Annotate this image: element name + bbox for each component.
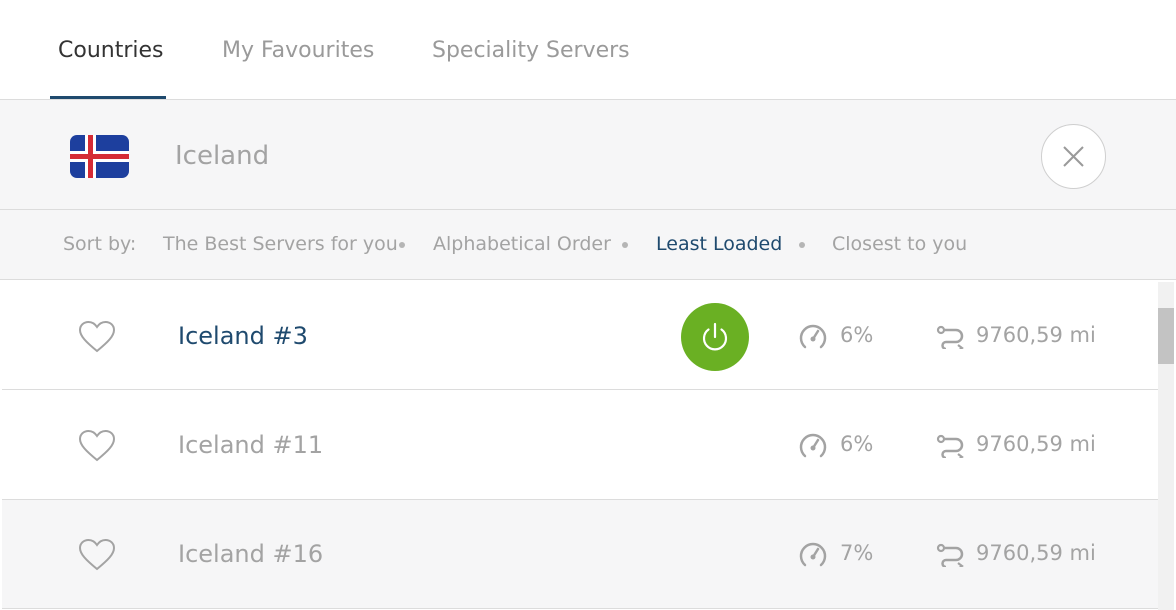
separator-dot xyxy=(622,242,628,248)
server-distance: 9760,59 mi xyxy=(976,541,1096,565)
close-icon xyxy=(1063,146,1084,167)
server-load-gauge-icon xyxy=(799,433,827,458)
server-distance: 9760,59 mi xyxy=(976,432,1096,456)
distance-icon xyxy=(936,434,964,458)
iceland-flag-icon xyxy=(70,135,129,178)
sort-option-least-loaded[interactable]: Least Loaded xyxy=(656,233,782,255)
distance-icon xyxy=(936,325,964,349)
tab-countries[interactable]: Countries xyxy=(58,38,164,63)
server-name: Iceland #11 xyxy=(178,431,324,459)
separator-dot xyxy=(799,242,805,248)
server-load-gauge-icon xyxy=(799,542,827,567)
country-name: Iceland xyxy=(175,141,270,171)
connect-button[interactable] xyxy=(681,303,749,371)
server-distance: 9760,59 mi xyxy=(976,323,1096,347)
power-icon xyxy=(702,322,728,351)
favourite-heart-icon[interactable] xyxy=(78,320,116,354)
active-tab-indicator xyxy=(50,96,166,99)
close-button[interactable] xyxy=(1041,124,1106,189)
server-load: 6% xyxy=(840,323,874,347)
sort-option-closest[interactable]: Closest to you xyxy=(832,233,967,255)
favourite-heart-icon[interactable] xyxy=(78,538,116,572)
tab-speciality-servers[interactable]: Speciality Servers xyxy=(432,38,630,63)
server-name: Iceland #16 xyxy=(178,540,324,568)
favourite-heart-icon[interactable] xyxy=(78,429,116,463)
server-load: 7% xyxy=(840,541,874,565)
tab-bar: Countries My Favourites Speciality Serve… xyxy=(0,0,1176,100)
tab-my-favourites[interactable]: My Favourites xyxy=(222,38,374,63)
scrollbar-thumb[interactable] xyxy=(1158,308,1174,364)
sort-label: Sort by: xyxy=(63,233,137,255)
server-load: 6% xyxy=(840,432,874,456)
sort-option-best-servers[interactable]: The Best Servers for you xyxy=(163,233,398,255)
separator-dot xyxy=(399,242,405,248)
sort-option-alphabetical[interactable]: Alphabetical Order xyxy=(433,233,611,255)
distance-icon xyxy=(936,543,964,567)
server-load-gauge-icon xyxy=(799,324,827,349)
server-name: Iceland #3 xyxy=(178,322,308,350)
